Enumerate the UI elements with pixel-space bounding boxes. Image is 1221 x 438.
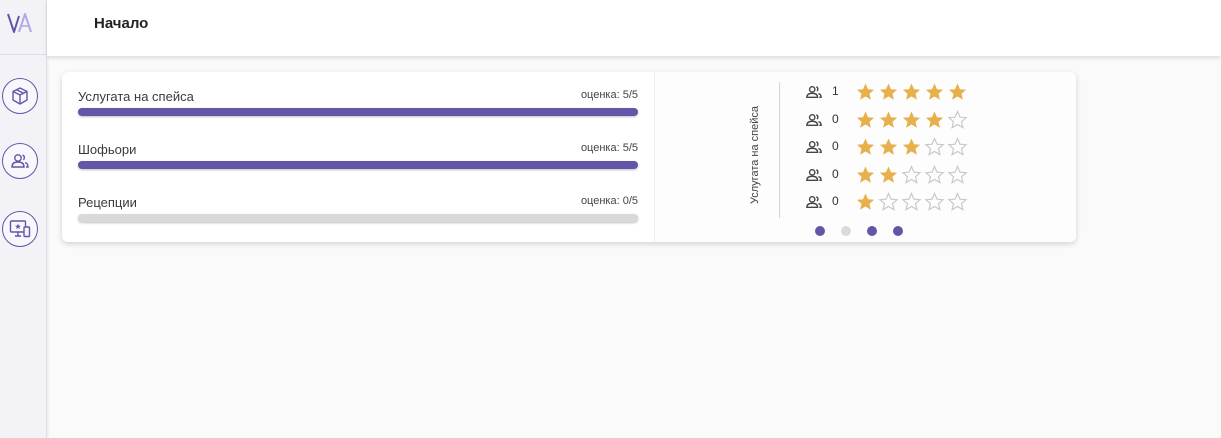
users-icon [806,85,822,99]
star-filled-icon [948,83,967,100]
star-empty-icon [878,192,899,211]
rating-count: 0 [832,139,839,153]
star-rating [854,137,969,157]
star-empty-icon [947,137,968,156]
star-filled-icon [879,111,898,128]
pagination-dot[interactable] [841,226,851,236]
rating-count: 0 [832,166,839,181]
pagination-dot[interactable] [867,226,877,236]
users-icon [806,195,822,209]
progress-bar-fill [78,161,638,169]
star-filled-icon [879,138,898,155]
metric-label: Шофьори [78,142,137,157]
metric-score: оценка: 5/5 [580,89,638,101]
users-icon [806,140,822,154]
sidebar-item-users[interactable] [2,143,38,179]
progress-bar [78,108,638,116]
ratings-panel-title: Услугата на спейса [749,106,761,204]
star-filled-icon [902,83,921,100]
star-empty-icon [924,137,945,156]
progress-bar-fill [78,108,638,116]
users-icon [806,168,822,181]
star-filled-icon [856,166,875,183]
rating-row: 1 [805,82,985,104]
star-filled-icon [856,83,875,100]
star-empty-icon [901,164,922,184]
progress-bar [78,214,638,222]
rating-count: 1 [832,84,839,98]
pagination-dot[interactable] [815,226,825,236]
star-filled-icon [879,83,898,100]
top-header: Начало [47,0,1221,56]
ratings-panel: Услугата на спейса 1 0 0 0 0 [654,72,1076,242]
monitor-star-icon [9,220,31,238]
star-filled-icon [925,83,944,100]
users-icon [806,113,822,126]
vertical-divider [779,82,780,218]
progress-bar [78,161,638,169]
star-filled-icon [856,193,875,210]
rating-count: 0 [832,194,839,208]
star-rating [854,82,969,102]
rating-card: Услугата на спейса оценка: 5/5 Шофьори о… [62,72,1076,242]
star-empty-icon [924,192,945,211]
pagination-dots [815,226,919,236]
star-empty-icon [947,192,968,211]
rating-row: 0 [805,109,985,132]
pagination-dot[interactable] [893,226,903,236]
star-empty-icon [924,164,945,184]
rating-row: 0 [805,164,985,187]
sidebar-item-packages[interactable] [2,78,38,114]
metric-score: оценка: 5/5 [580,142,638,154]
star-rating [854,109,969,130]
sidebar-divider [0,54,46,55]
star-filled-icon [902,138,921,155]
star-empty-icon [901,192,922,211]
metrics-panel: Услугата на спейса оценка: 5/5 Шофьори о… [62,72,654,242]
logo-icon [7,13,32,33]
star-filled-icon [925,111,944,128]
star-rating [854,192,969,212]
star-filled-icon [879,166,898,183]
metric-label: Услугата на спейса [78,89,194,104]
users-icon [11,154,29,168]
rating-row: 0 [805,137,985,159]
page-title: Начало [94,15,149,32]
metric-score: оценка: 0/5 [580,195,638,207]
star-empty-icon [947,164,968,184]
star-filled-icon [902,111,921,128]
star-rating [854,164,969,185]
rating-row: 0 [805,192,985,214]
sidebar [0,0,47,438]
sidebar-item-services[interactable] [2,211,38,247]
box-icon [12,87,28,105]
rating-count: 0 [832,111,839,126]
star-filled-icon [856,111,875,128]
star-empty-icon [947,109,968,129]
star-filled-icon [856,138,875,155]
metric-label: Рецепции [78,195,137,210]
